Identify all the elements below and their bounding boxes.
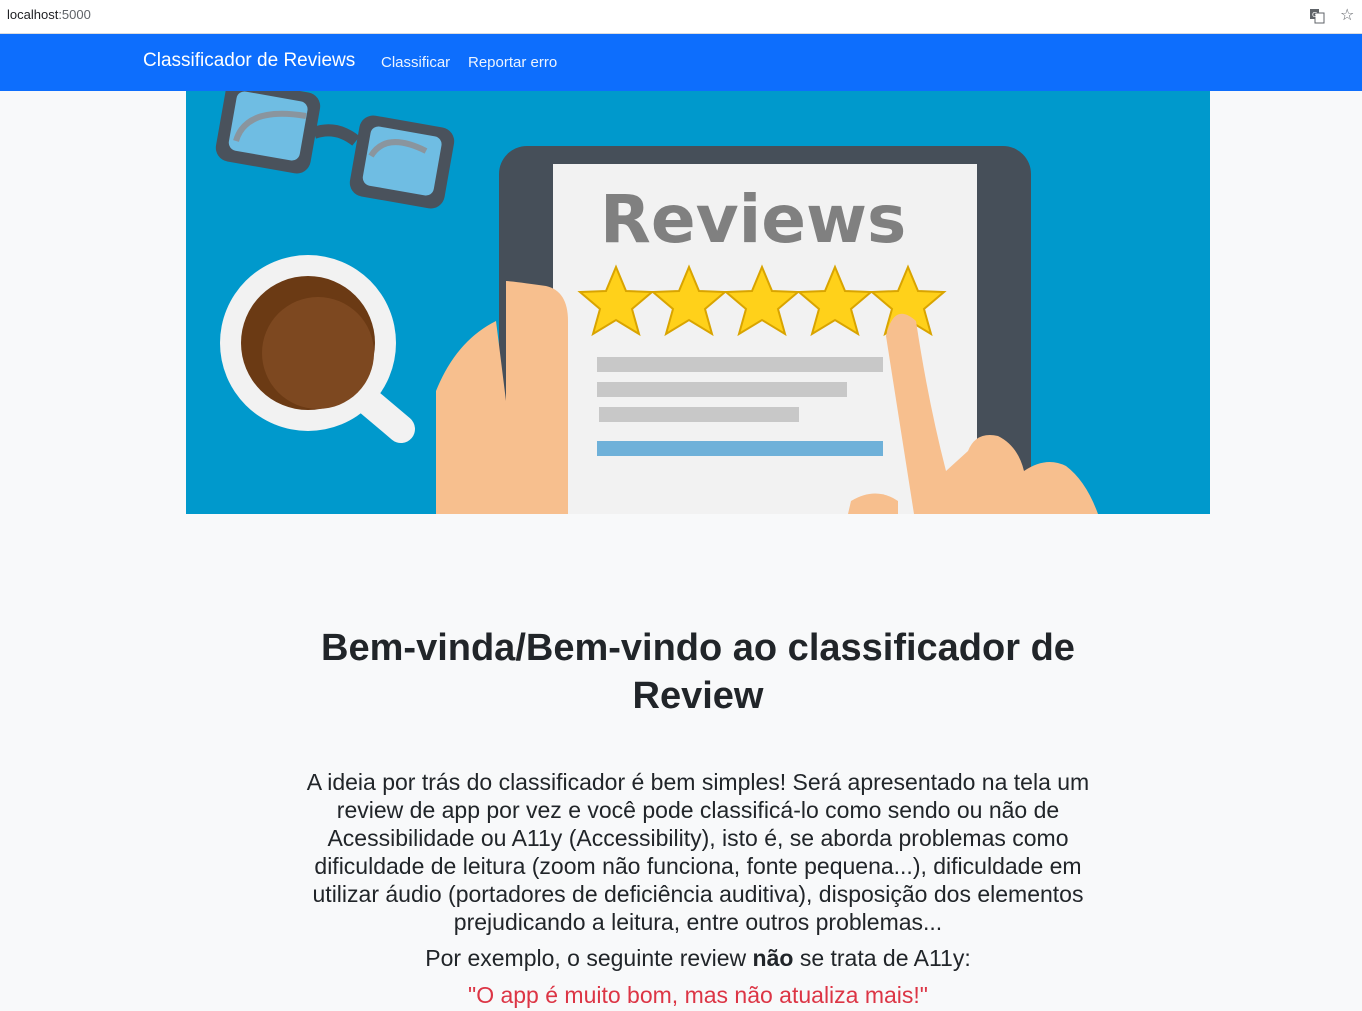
- browser-address-bar[interactable]: localhost:5000 G ☆: [0, 0, 1362, 34]
- nav-link-reportar-erro[interactable]: Reportar erro: [468, 54, 557, 71]
- page-title: Bem-vinda/Bem-vindo ao classificador de …: [321, 627, 1075, 717]
- url-host: localhost: [7, 7, 59, 22]
- nav-link-classificar[interactable]: Classificar: [381, 54, 450, 71]
- navbar: Classificador de Reviews Classificar Rep…: [0, 34, 1362, 91]
- hero-illustration: Reviews: [186, 91, 1210, 514]
- example-sentence: Por exemplo, o seguinte review não se tr…: [280, 944, 1116, 972]
- url-text[interactable]: localhost:5000: [7, 7, 91, 22]
- example-text-bold: não: [752, 945, 794, 971]
- example-text-before: Por exemplo, o seguinte review: [425, 945, 753, 971]
- intro-paragraph: A ideia por trás do classificador é bem …: [306, 769, 1090, 935]
- hero-reviews-heading: Reviews: [600, 181, 906, 258]
- example-text-after: se trata de A11y:: [793, 945, 971, 971]
- tablet-icon: Reviews: [499, 146, 1031, 514]
- navbar-brand[interactable]: Classificador de Reviews: [143, 50, 355, 72]
- url-port: :5000: [58, 7, 91, 22]
- translate-icon[interactable]: G: [1309, 8, 1325, 24]
- example-review-quote: "O app é muito bom, mas não atualiza mai…: [468, 982, 928, 1008]
- hero-banner: Reviews: [186, 91, 1210, 514]
- bookmark-star-icon[interactable]: ☆: [1340, 5, 1354, 25]
- svg-text:G: G: [1312, 11, 1317, 19]
